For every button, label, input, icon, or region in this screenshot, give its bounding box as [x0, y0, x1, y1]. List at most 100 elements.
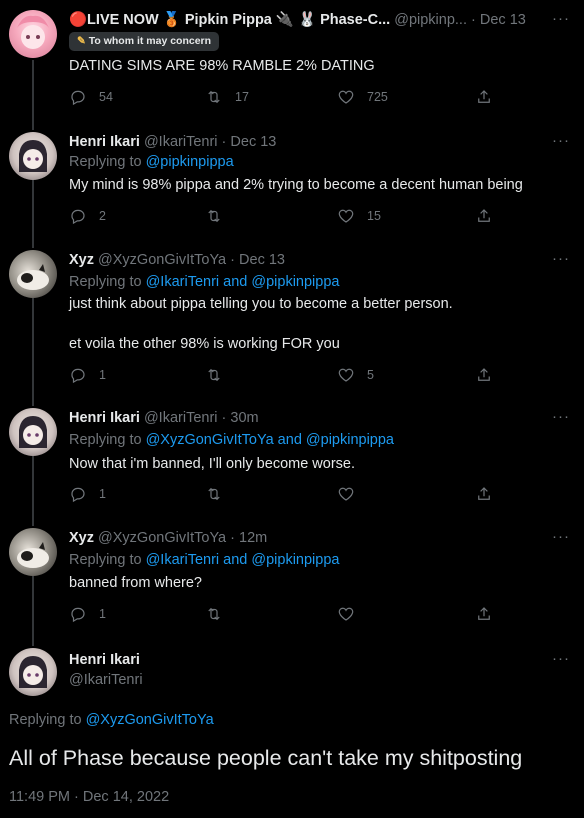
reply-button[interactable]: 54	[69, 88, 113, 106]
retweet-button[interactable]	[205, 605, 235, 623]
more-icon[interactable]: ···	[552, 408, 570, 425]
replying-to: Replying to @IkariTenri and @pipkinpippa	[69, 272, 339, 292]
tweet-header: Henri Ikari @IkariTenri · 30m	[69, 408, 544, 428]
reply-icon	[71, 368, 85, 384]
timestamp[interactable]: 12m	[239, 530, 267, 546]
avatar[interactable]	[9, 10, 57, 58]
reply-count: 2	[99, 209, 106, 223]
reply-button[interactable]: 1	[69, 366, 106, 384]
retweet-button[interactable]	[205, 485, 235, 503]
replying-to-link[interactable]: @XyzGonGivItToYa	[86, 712, 214, 728]
like-icon	[338, 209, 354, 223]
more-icon[interactable]: ···	[552, 650, 570, 667]
like-count: 15	[367, 209, 381, 223]
handle[interactable]: @pipkinp...	[394, 12, 467, 28]
avatar[interactable]	[9, 528, 57, 576]
share-button[interactable]	[475, 366, 493, 384]
tweet[interactable]: Henri Ikari @IkariTenri · 30m ··· Replyi…	[0, 398, 584, 516]
handle[interactable]: @IkariTenri	[69, 672, 143, 688]
reply-count: 1	[99, 607, 106, 621]
retweet-button[interactable]: 17	[205, 88, 249, 106]
share-icon	[478, 607, 490, 620]
separator-dot: ·	[471, 12, 476, 28]
action-bar: 1	[69, 605, 499, 625]
retweet-icon	[208, 90, 220, 104]
main-display-name[interactable]: Henri Ikari	[69, 650, 544, 670]
tweet-text: DATING SIMS ARE 98% RAMBLE 2% DATING	[69, 58, 375, 74]
timestamp[interactable]: Dec 13	[480, 12, 526, 28]
tweet-header: Xyz @XyzGonGivItToYa · Dec 13	[69, 250, 544, 270]
handle[interactable]: @XyzGonGivItToYa	[98, 530, 226, 546]
share-button[interactable]	[475, 207, 493, 225]
like-button[interactable]	[337, 605, 367, 623]
main-handle[interactable]: @IkariTenri	[69, 670, 544, 690]
display-name[interactable]: Xyz	[69, 252, 94, 268]
share-icon	[478, 487, 490, 500]
share-button[interactable]	[475, 485, 493, 503]
action-bar: 1	[69, 485, 499, 505]
handle[interactable]: @XyzGonGivItToYa	[98, 252, 226, 268]
share-button[interactable]	[475, 88, 493, 106]
more-icon[interactable]: ···	[552, 528, 570, 545]
like-count: 5	[367, 368, 374, 382]
like-icon	[338, 368, 354, 382]
tweet[interactable]: Xyz @XyzGonGivItToYa · Dec 13 ··· Replyi…	[0, 240, 584, 398]
label-badge[interactable]: ✎ To whom it may concern	[69, 32, 220, 51]
like-icon	[338, 90, 354, 104]
like-button[interactable]: 725	[337, 88, 388, 106]
more-icon[interactable]: ···	[552, 132, 570, 149]
like-count: 725	[367, 90, 388, 104]
main-tweet-timestamp[interactable]: 11:49 PM · Dec 14, 2022	[9, 789, 169, 805]
reply-icon	[71, 487, 85, 503]
pencil-icon: ✎	[77, 35, 86, 47]
share-icon	[478, 368, 490, 381]
tweet-text: My mind is 98% pippa and 2% trying to be…	[69, 177, 523, 193]
like-button[interactable]: 5	[337, 366, 374, 384]
reply-button[interactable]: 1	[69, 485, 106, 503]
handle[interactable]: @IkariTenri	[144, 134, 218, 150]
retweet-button[interactable]	[205, 207, 235, 225]
display-name[interactable]: 🔴LIVE NOW 🥉 Pipkin Pippa 🔌 🐰 Phase-C...	[69, 12, 390, 28]
more-icon[interactable]: ···	[552, 250, 570, 267]
timestamp[interactable]: 30m	[230, 410, 258, 426]
replying-prefix: Replying to	[69, 154, 142, 170]
tweet-header: 🔴LIVE NOW 🥉 Pipkin Pippa 🔌 🐰 Phase-C... …	[69, 10, 544, 30]
share-icon	[478, 209, 490, 222]
replying-prefix: Replying to	[69, 552, 142, 568]
tweet-text-line: et voila the other 98% is working FOR yo…	[69, 336, 340, 352]
tweet[interactable]: 🔴LIVE NOW 🥉 Pipkin Pippa 🔌 🐰 Phase-C... …	[0, 0, 584, 122]
display-name[interactable]: Henri Ikari	[69, 410, 140, 426]
replying-prefix: Replying to	[69, 274, 142, 290]
separator-dot: ·	[221, 134, 227, 150]
display-name[interactable]: Henri Ikari	[69, 134, 140, 150]
timestamp[interactable]: Dec 13	[230, 134, 276, 150]
avatar[interactable]	[9, 250, 57, 298]
tweet[interactable]: Henri Ikari @IkariTenri · Dec 13 ··· Rep…	[0, 122, 584, 240]
like-button[interactable]: 15	[337, 207, 381, 225]
like-button[interactable]	[337, 485, 367, 503]
reply-icon	[71, 209, 85, 225]
separator-dot: ·	[230, 530, 235, 546]
tweet-header: Xyz @XyzGonGivItToYa · 12m	[69, 528, 544, 548]
tweet-text: Now that i'm banned, I'll only become wo…	[69, 456, 356, 472]
avatar[interactable]	[9, 408, 57, 456]
replying-to-link[interactable]: @IkariTenri and @pipkinpippa	[146, 552, 340, 568]
replying-to: Replying to @IkariTenri and @pipkinpippa	[69, 550, 339, 570]
handle[interactable]: @IkariTenri	[144, 410, 218, 426]
replying-to-link[interactable]: @IkariTenri and @pipkinpippa	[146, 274, 340, 290]
timestamp[interactable]: Dec 13	[239, 252, 285, 268]
avatar[interactable]	[9, 132, 57, 180]
retweet-icon	[208, 368, 220, 382]
more-icon[interactable]: ···	[552, 10, 570, 27]
reply-icon	[71, 90, 85, 106]
display-name[interactable]: Xyz	[69, 530, 94, 546]
avatar[interactable]	[9, 648, 57, 696]
reply-button[interactable]: 2	[69, 207, 106, 225]
replying-to-link[interactable]: @XyzGonGivItToYa and @pipkinpippa	[146, 432, 394, 448]
reply-button[interactable]: 1	[69, 605, 106, 623]
share-button[interactable]	[475, 605, 493, 623]
retweet-button[interactable]	[205, 366, 235, 384]
display-name[interactable]: Henri Ikari	[69, 652, 140, 668]
tweet[interactable]: Xyz @XyzGonGivItToYa · 12m ··· Replying …	[0, 518, 584, 636]
replying-to-link[interactable]: @pipkinpippa	[146, 154, 234, 170]
